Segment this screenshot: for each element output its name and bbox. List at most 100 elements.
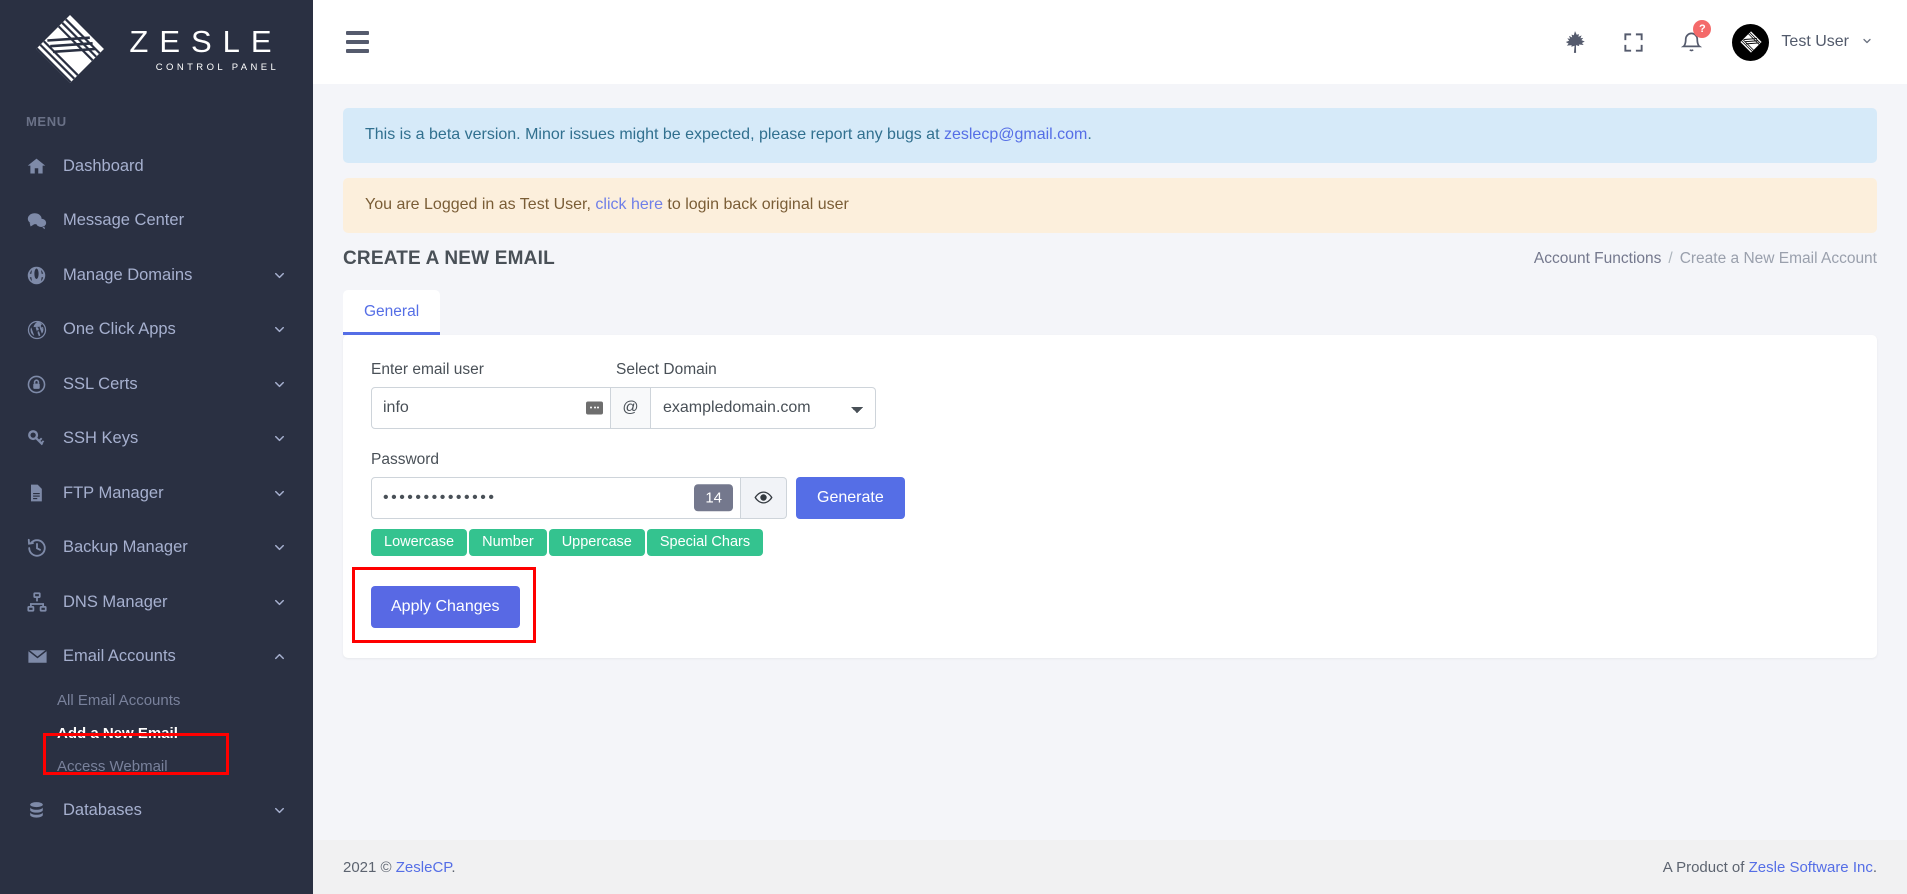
password-requirement-chips: Lowercase Number Uppercase Special Chars: [371, 528, 1849, 556]
beta-version-alert: This is a beta version. Minor issues mig…: [343, 108, 1877, 163]
hamburger-menu-icon[interactable]: [340, 23, 375, 61]
tab-bar: General: [343, 289, 1877, 335]
footer-left-period: .: [451, 858, 456, 876]
chat-bubbles-icon: [26, 210, 58, 232]
maple-leaf-icon[interactable]: [1546, 12, 1604, 72]
beta-alert-text-after: .: [1087, 126, 1092, 143]
chevron-down-icon: [272, 595, 287, 610]
chevron-down-icon: [272, 431, 287, 446]
password-length-badge: 14: [694, 483, 733, 512]
sidebar-item-dns-manager[interactable]: DNS Manager: [0, 575, 313, 630]
avatar: [1732, 23, 1770, 61]
footer-product-text: A Product of: [1662, 858, 1749, 876]
sidebar-item-ftp-manager[interactable]: FTP Manager: [0, 466, 313, 521]
generate-password-button[interactable]: Generate: [796, 476, 905, 519]
top-bar: ? Test User: [313, 0, 1907, 84]
sidebar-item-label: Message Center: [63, 211, 185, 230]
footer-left: 2021 © ZesleCP.: [343, 859, 456, 876]
eye-toggle-visibility-icon[interactable]: [741, 476, 787, 519]
user-menu[interactable]: Test User: [1720, 12, 1883, 72]
breadcrumb-current: Create a New Email Account: [1679, 249, 1877, 267]
sidebar-item-databases[interactable]: Databases: [0, 783, 313, 838]
footer-zesle-software-link[interactable]: Zesle Software Inc: [1749, 859, 1873, 876]
sidebar-item-label: SSL Certs: [63, 374, 138, 393]
sidebar-item-label: Dashboard: [63, 156, 144, 175]
sidebar-item-label: DNS Manager: [63, 592, 168, 611]
sidebar-submenu-email-accounts: All Email Accounts Add a New Email Acces…: [0, 684, 313, 783]
menu-section-label: MENU: [26, 114, 67, 129]
domain-select[interactable]: exampledomain.com: [651, 386, 876, 429]
footer-zeslecp-link[interactable]: ZesleCP: [396, 859, 452, 876]
email-address-input-group: @ exampledomain.com: [371, 386, 876, 429]
password-input-row: 14 Generate: [371, 476, 1849, 519]
sidebar-item-ssl-certs[interactable]: SSL Certs: [0, 357, 313, 412]
sidebar-item-backup-manager[interactable]: Backup Manager: [0, 521, 313, 576]
envelope-icon: [26, 645, 58, 668]
sidebar-subitem-add-a-new-email[interactable]: Add a New Email: [0, 717, 313, 750]
footer-copyright: 2021 ©: [343, 858, 396, 876]
chevron-up-icon: [272, 649, 287, 664]
sidebar-item-message-center[interactable]: Message Center: [0, 194, 313, 249]
zesle-diamond-logo-icon: [36, 15, 105, 84]
breadcrumb-separator: /: [1668, 249, 1673, 267]
chip-uppercase: Uppercase: [548, 528, 645, 556]
history-clock-icon: [26, 537, 58, 559]
page-title: CREATE A NEW EMAIL: [343, 247, 555, 269]
brand-word: ZESLE: [129, 23, 283, 59]
form-labels-row: Enter email user Select Domain: [371, 361, 1849, 387]
sidebar-item-label: Manage Domains: [63, 265, 193, 284]
sidebar-item-dashboard[interactable]: Dashboard: [0, 139, 313, 194]
sidebar-item-email-accounts[interactable]: Email Accounts: [0, 630, 313, 685]
breadcrumb-parent[interactable]: Account Functions: [1534, 250, 1662, 267]
sidebar-item-label: Email Accounts: [63, 647, 176, 666]
app-root: ZESLE CONTROL PANEL MENU Dashboard Messa…: [0, 0, 1907, 894]
sidebar-item-ssh-keys[interactable]: SSH Keys: [0, 412, 313, 467]
footer-right: A Product of Zesle Software Inc.: [1663, 859, 1877, 876]
brand-text: ZESLE CONTROL PANEL: [118, 26, 282, 73]
home-icon: [26, 156, 58, 177]
password-label: Password: [371, 450, 440, 468]
notification-badge: ?: [1693, 20, 1712, 38]
beta-alert-email-link[interactable]: zeslecp@gmail.com: [944, 126, 1087, 143]
wordpress-icon: [26, 319, 58, 341]
chip-special-chars: Special Chars: [646, 528, 764, 556]
brand-logo-area[interactable]: ZESLE CONTROL PANEL: [0, 0, 313, 98]
impersonation-text-after: to login back original user: [662, 195, 849, 213]
apply-changes-wrap: Apply Changes: [352, 566, 536, 643]
footer: 2021 © ZesleCP. A Product of Zesle Softw…: [313, 840, 1907, 894]
database-icon: [26, 800, 58, 821]
impersonation-alert: You are Logged in as Test User, click he…: [343, 177, 1877, 233]
sidebar-nav: Dashboard Message Center Manage Domains: [0, 139, 313, 838]
chevron-down-icon: [272, 486, 287, 501]
sidebar-subitem-access-webmail[interactable]: Access Webmail: [0, 750, 313, 783]
chevron-down-icon: [272, 377, 287, 392]
autofill-keyboard-icon[interactable]: [586, 401, 603, 415]
page-header: CREATE A NEW EMAIL Account Functions / Cre…: [343, 248, 1877, 270]
email-user-label: Enter email user: [371, 360, 484, 378]
sidebar: ZESLE CONTROL PANEL MENU Dashboard Messa…: [0, 0, 313, 894]
sidebar-item-manage-domains[interactable]: Manage Domains: [0, 248, 313, 303]
breadcrumb: Account Functions / Create a New Email Acc…: [1534, 250, 1877, 268]
sitemap-icon: [26, 591, 58, 613]
fullscreen-expand-icon[interactable]: [1604, 12, 1662, 72]
email-user-input[interactable]: [371, 386, 611, 429]
chevron-down-icon: [272, 803, 287, 818]
sidebar-item-one-click-apps[interactable]: One Click Apps: [0, 303, 313, 358]
chevron-down-icon: [1861, 35, 1873, 50]
chevron-down-icon: [272, 540, 287, 555]
password-input[interactable]: [371, 476, 741, 519]
chip-number: Number: [469, 528, 547, 556]
click-here-link[interactable]: click here: [595, 196, 663, 213]
chevron-down-icon: [272, 268, 287, 283]
bell-notification-icon[interactable]: ?: [1662, 12, 1720, 72]
topbar-actions: ? Test User: [1546, 12, 1883, 72]
user-name-label: Test User: [1781, 33, 1849, 50]
tab-general[interactable]: General: [343, 289, 441, 335]
create-email-form-card: Enter email user Select Domain @ example…: [343, 334, 1877, 658]
main-area: ? Test User This is a beta version. Mino…: [313, 0, 1907, 894]
sidebar-item-label: FTP Manager: [63, 483, 164, 502]
sidebar-subitem-all-email-accounts[interactable]: All Email Accounts: [0, 684, 313, 717]
apply-changes-button[interactable]: Apply Changes: [371, 585, 520, 628]
key-icon: [26, 428, 58, 450]
impersonation-text: You are Logged in as Test User,: [365, 195, 596, 213]
